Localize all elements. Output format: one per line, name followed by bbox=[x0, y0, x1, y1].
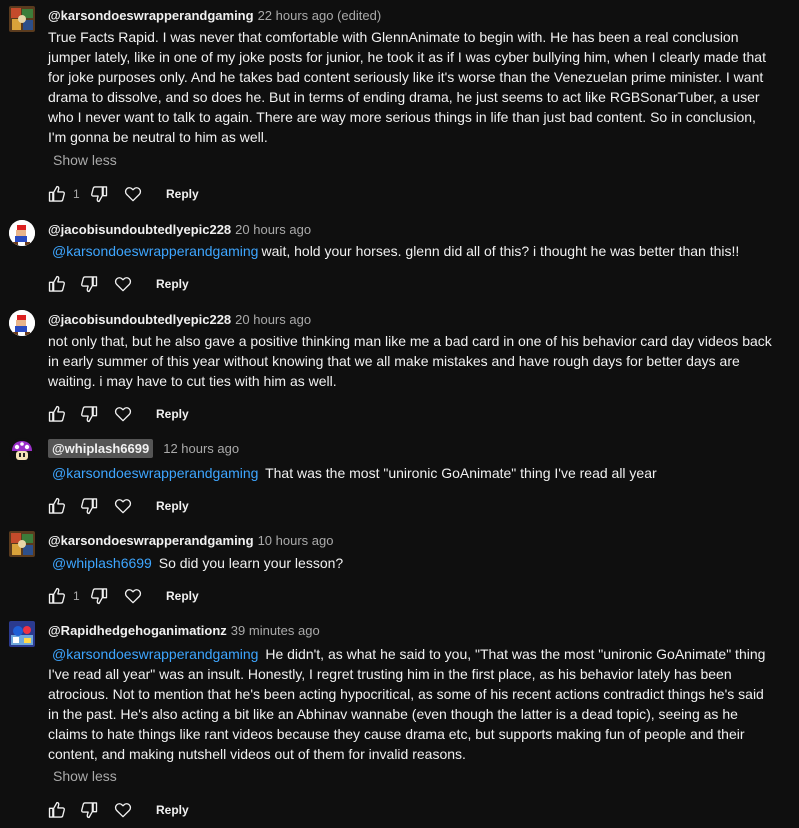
show-less-button[interactable]: Show less bbox=[53, 768, 117, 784]
mention-link[interactable]: @whiplash6699 bbox=[52, 555, 152, 571]
dislike-icon[interactable] bbox=[89, 586, 109, 606]
comment-text-content: He didn't, as what he said to you, "That… bbox=[48, 646, 766, 762]
comment-text: @karsondoeswrapperandgaming He didn't, a… bbox=[48, 644, 778, 764]
comment-author[interactable]: @whiplash6699 bbox=[48, 439, 154, 458]
dislike-icon[interactable] bbox=[79, 496, 99, 516]
avatar[interactable] bbox=[9, 6, 35, 32]
like-count: 1 bbox=[73, 187, 80, 201]
avatar[interactable] bbox=[9, 310, 35, 336]
show-less-button[interactable]: Show less bbox=[53, 152, 117, 168]
like-icon[interactable] bbox=[47, 404, 67, 424]
heart-icon[interactable] bbox=[123, 586, 143, 606]
reply-button[interactable]: Reply bbox=[166, 187, 199, 201]
heart-icon[interactable] bbox=[113, 496, 133, 516]
comment-text: not only that, but he also gave a positi… bbox=[48, 333, 772, 389]
reply-button[interactable]: Reply bbox=[166, 589, 199, 603]
comment-text: True Facts Rapid. I was never that comfo… bbox=[48, 29, 766, 145]
reply-button[interactable]: Reply bbox=[156, 407, 189, 421]
avatar[interactable] bbox=[9, 621, 35, 647]
comment-text-content: wait, hold your horses. glenn did all of… bbox=[261, 243, 740, 259]
dislike-icon[interactable] bbox=[79, 800, 99, 820]
dislike-icon[interactable] bbox=[79, 274, 99, 294]
like-icon[interactable] bbox=[47, 586, 67, 606]
reply-button[interactable]: Reply bbox=[156, 803, 189, 817]
comment-text: @whiplash6699 So did you learn your less… bbox=[52, 553, 782, 573]
comment-timestamp[interactable]: 39 minutes ago bbox=[231, 623, 320, 638]
comment-timestamp[interactable]: 20 hours ago bbox=[235, 222, 311, 237]
avatar[interactable] bbox=[9, 220, 35, 246]
comment-timestamp[interactable]: 10 hours ago bbox=[258, 533, 334, 548]
dislike-icon[interactable] bbox=[79, 404, 99, 424]
like-icon[interactable] bbox=[47, 496, 67, 516]
mention-link[interactable]: @karsondoeswrapperandgaming bbox=[52, 465, 258, 481]
comment-text: @karsondoeswrapperandgaming wait, hold yo… bbox=[52, 241, 782, 261]
mention-link[interactable]: @karsondoeswrapperandgaming bbox=[52, 243, 258, 259]
comment-author[interactable]: @jacobisundoubtedlyepic228 bbox=[48, 222, 231, 237]
comment-author[interactable]: @Rapidhedgehoganimationz bbox=[48, 623, 227, 638]
heart-icon[interactable] bbox=[113, 800, 133, 820]
comment-author[interactable]: @jacobisundoubtedlyepic228 bbox=[48, 312, 231, 327]
heart-icon[interactable] bbox=[123, 184, 143, 204]
like-icon[interactable] bbox=[47, 800, 67, 820]
reply-button[interactable]: Reply bbox=[156, 499, 189, 513]
comment-timestamp[interactable]: 12 hours ago bbox=[163, 441, 239, 456]
avatar[interactable] bbox=[9, 531, 35, 557]
comment-timestamp[interactable]: 20 hours ago bbox=[235, 312, 311, 327]
reply-button[interactable]: Reply bbox=[156, 277, 189, 291]
heart-icon[interactable] bbox=[113, 404, 133, 424]
comment-timestamp[interactable]: 22 hours ago (edited) bbox=[258, 8, 382, 23]
comment-author[interactable]: @karsondoeswrapperandgaming bbox=[48, 533, 254, 548]
mention-link[interactable]: @karsondoeswrapperandgaming bbox=[52, 646, 258, 662]
comment-text-content: So did you learn your lesson? bbox=[158, 555, 344, 571]
comment-text-content: That was the most "unironic GoAnimate" t… bbox=[265, 465, 657, 481]
like-icon[interactable] bbox=[47, 274, 67, 294]
heart-icon[interactable] bbox=[113, 274, 133, 294]
like-icon[interactable] bbox=[47, 184, 67, 204]
like-count: 1 bbox=[73, 589, 80, 603]
avatar[interactable] bbox=[9, 438, 35, 464]
comment-author[interactable]: @karsondoeswrapperandgaming bbox=[48, 8, 254, 23]
dislike-icon[interactable] bbox=[89, 184, 109, 204]
comment-text: @karsondoeswrapperandgaming That was the… bbox=[52, 463, 782, 483]
